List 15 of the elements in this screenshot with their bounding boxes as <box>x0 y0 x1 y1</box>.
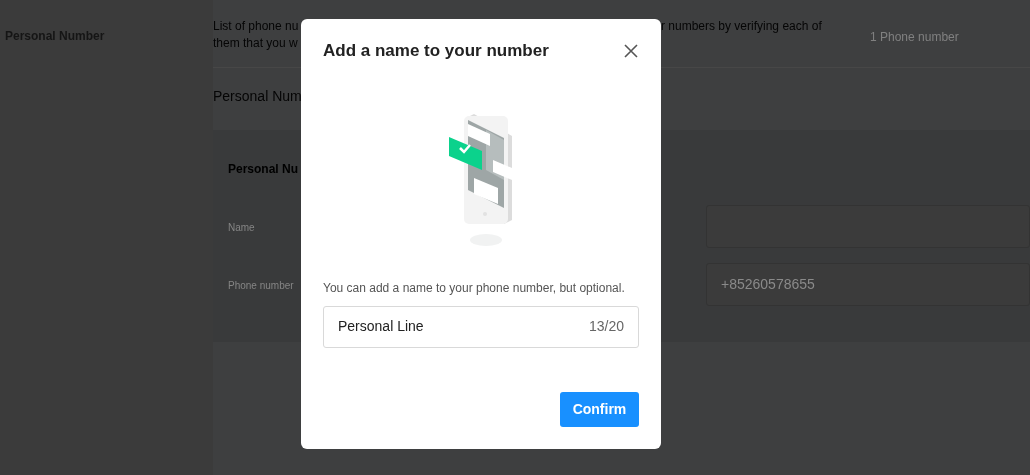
card-title: Personal Nu <box>228 161 300 178</box>
field-label: Phone number <box>228 279 295 290</box>
field-label: Name <box>228 221 256 232</box>
description-text: them that you w <box>213 35 299 52</box>
confirm-button[interactable]: Confirm <box>560 391 639 427</box>
phone-count: 1 Phone number <box>870 29 959 46</box>
section-title: Personal Num <box>213 87 303 106</box>
name-input[interactable]: Personal Line 13/20 <box>323 305 639 348</box>
dialog-caption: You can add a name to your phone number, but optional. <box>323 279 626 297</box>
character-counter: 13/20 <box>588 317 624 336</box>
close-icon <box>624 43 638 58</box>
dialog-title: Add a name to your number <box>323 40 549 62</box>
description-text: List of phone nu <box>213 18 300 35</box>
input-value: Personal Line <box>338 317 424 336</box>
input-field[interactable]: +85260578655 <box>706 263 1030 306</box>
